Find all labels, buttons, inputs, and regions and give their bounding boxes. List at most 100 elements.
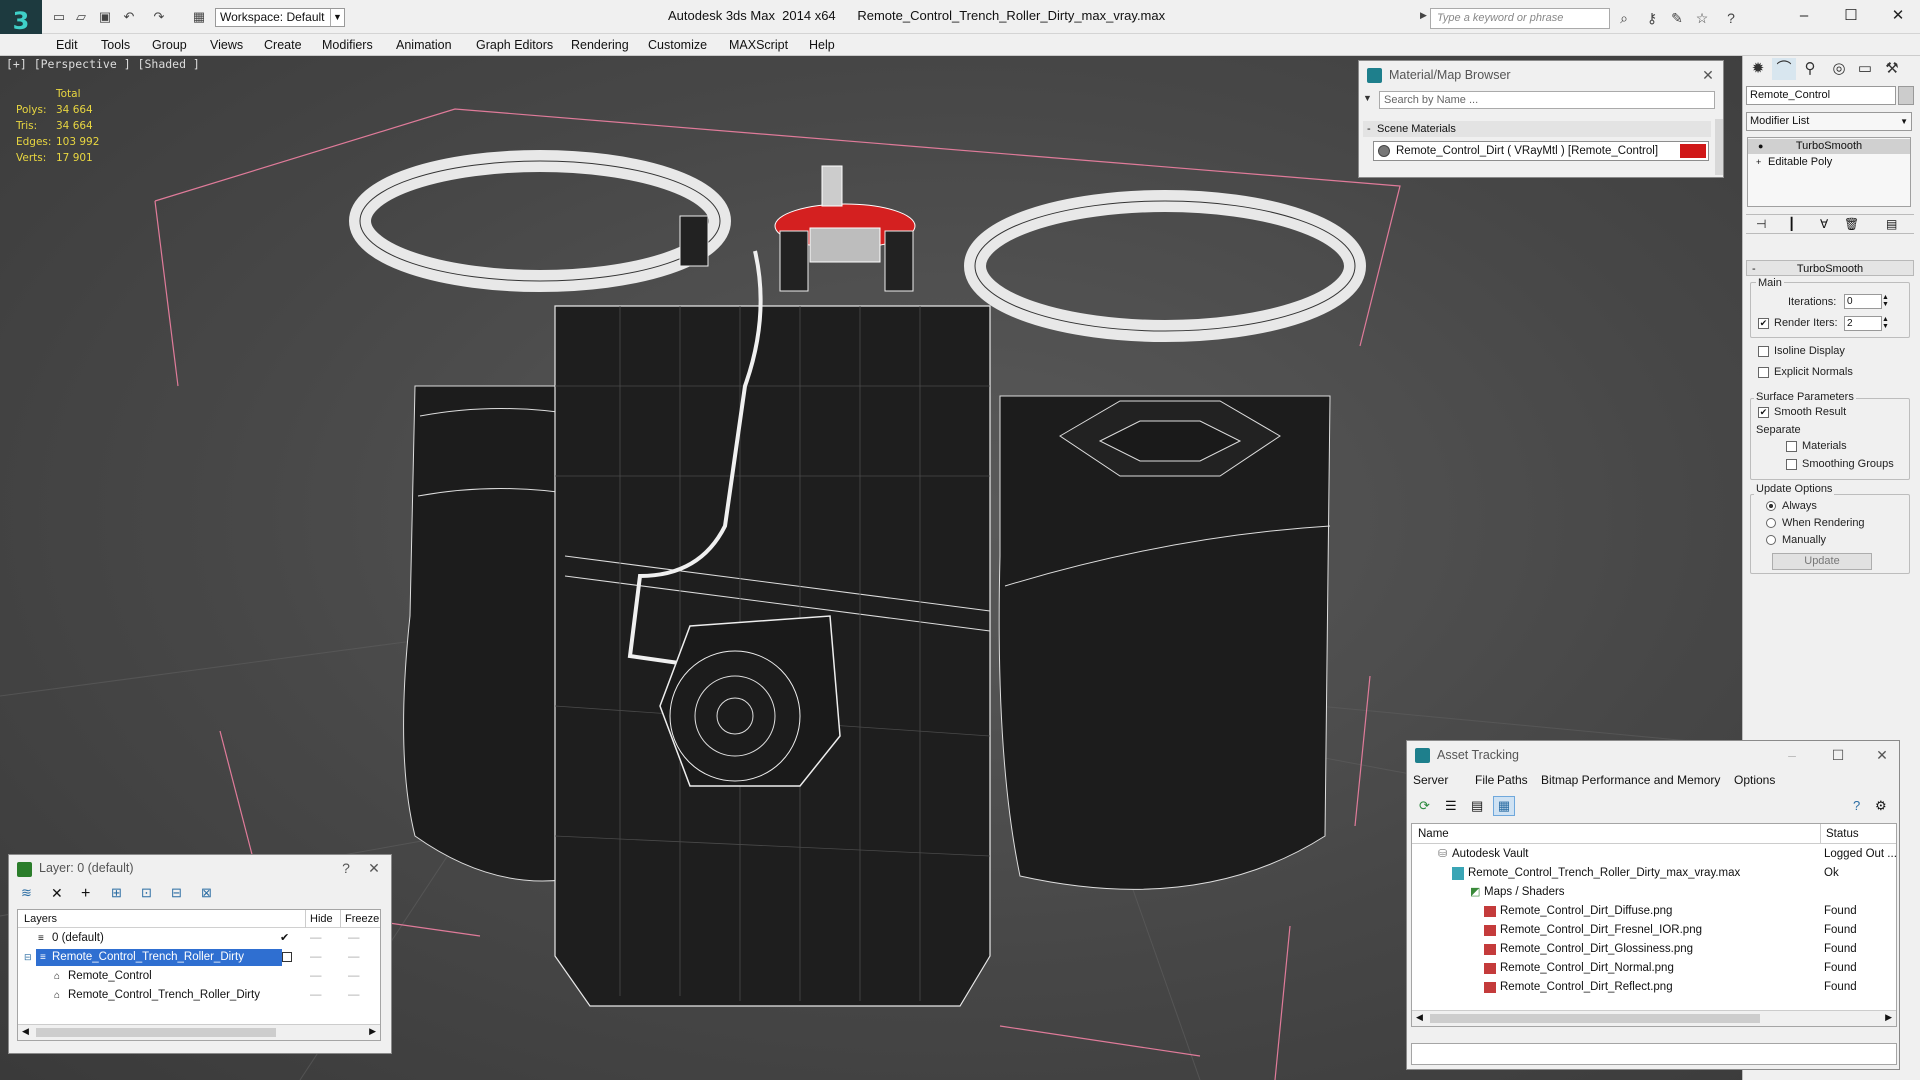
- list-view-icon[interactable]: ☰: [1445, 798, 1457, 814]
- close-icon[interactable]: ✕: [1869, 741, 1895, 769]
- col-freeze[interactable]: Freeze: [340, 910, 379, 928]
- pin-stack-icon[interactable]: ⊣: [1756, 217, 1766, 231]
- scroll-left-icon[interactable]: ◀: [1416, 1012, 1423, 1023]
- col-hide[interactable]: Hide: [305, 910, 333, 928]
- viewport-label[interactable]: [+] [Perspective ] [Shaded ]: [6, 57, 200, 71]
- when-rendering-radio[interactable]: [1766, 518, 1776, 528]
- save-file-icon[interactable]: ▣: [96, 8, 114, 26]
- layer-row[interactable]: ≡ 0 (default) ✔ — —: [18, 929, 380, 948]
- layer-state-box[interactable]: [282, 952, 292, 962]
- freeze-toggle[interactable]: —: [348, 929, 360, 948]
- maximize-button[interactable]: ☐: [1825, 741, 1851, 769]
- open-file-icon[interactable]: ▱: [72, 8, 90, 26]
- close-icon[interactable]: ✕: [1695, 61, 1721, 89]
- isoline-display-checkbox[interactable]: [1758, 346, 1769, 357]
- asset-menu-server[interactable]: Server: [1413, 773, 1448, 787]
- menu-tools[interactable]: Tools: [101, 34, 130, 56]
- asset-row[interactable]: ◩ Maps / Shaders: [1412, 883, 1896, 902]
- smoothing-groups-checkbox[interactable]: [1786, 459, 1797, 470]
- scrollbar[interactable]: [1715, 119, 1723, 175]
- iterations-spinner[interactable]: 0: [1844, 294, 1882, 309]
- menu-modifiers[interactable]: Modifiers: [322, 34, 373, 56]
- new-file-icon[interactable]: ▭: [50, 8, 68, 26]
- asset-row[interactable]: Remote_Control_Dirt_Normal.png Found: [1412, 959, 1896, 978]
- object-name-field[interactable]: Remote_Control: [1746, 86, 1896, 105]
- layer-row[interactable]: ⊟ ≡ Remote_Control_Trench_Roller_Dirty — —: [18, 948, 380, 967]
- hide-all-icon[interactable]: ⊠: [201, 885, 212, 901]
- binoculars-icon[interactable]: ⌕: [1615, 9, 1633, 27]
- scroll-right-icon[interactable]: ▶: [369, 1026, 376, 1037]
- menu-maxscript[interactable]: MAXScript: [729, 34, 788, 56]
- layer-panel-titlebar[interactable]: Layer: 0 (default)? ✕: [9, 855, 391, 881]
- asset-row[interactable]: Remote_Control_Dirt_Diffuse.png Found: [1412, 902, 1896, 921]
- spinner-arrows-icon[interactable]: ▲ ▼: [1882, 316, 1890, 331]
- close-button[interactable]: ✕: [1876, 2, 1920, 30]
- manually-radio[interactable]: [1766, 535, 1776, 545]
- col-name[interactable]: Name: [1418, 824, 1449, 844]
- maximize-button[interactable]: ☐: [1829, 2, 1873, 30]
- browser-options-icon[interactable]: ▼: [1363, 93, 1377, 107]
- make-unique-icon[interactable]: ∀: [1820, 217, 1828, 231]
- help-icon[interactable]: ?: [1722, 9, 1740, 27]
- menu-edit[interactable]: Edit: [56, 34, 78, 56]
- key-icon[interactable]: ⚷: [1643, 9, 1661, 27]
- modify-tab-icon[interactable]: ⌒: [1772, 58, 1796, 80]
- asset-menu-file[interactable]: File: [1475, 773, 1494, 787]
- scrollbar-thumb[interactable]: [1430, 1014, 1760, 1023]
- asset-menu-bitmap-performance[interactable]: Bitmap Performance and Memory: [1541, 773, 1720, 787]
- render-iters-spinner[interactable]: 2: [1844, 316, 1882, 331]
- configure-modifier-sets-icon[interactable]: ▤: [1886, 217, 1897, 231]
- asset-row[interactable]: Remote_Control_Dirt_Fresnel_IOR.png Found: [1412, 921, 1896, 940]
- expand-arrow-icon[interactable]: ▶: [1420, 10, 1428, 26]
- menu-views[interactable]: Views: [210, 34, 243, 56]
- display-tab-icon[interactable]: ▭: [1853, 58, 1877, 80]
- table-view-icon[interactable]: ▦: [1493, 796, 1515, 816]
- add-layer-icon[interactable]: +: [81, 885, 90, 903]
- asset-row[interactable]: Remote_Control_Dirt_Reflect.png Found: [1412, 978, 1896, 997]
- always-radio[interactable]: [1766, 501, 1776, 511]
- explicit-normals-checkbox[interactable]: [1758, 367, 1769, 378]
- scroll-right-icon[interactable]: ▶: [1885, 1012, 1892, 1023]
- help-icon[interactable]: ?: [1853, 798, 1860, 813]
- asset-row[interactable]: Remote_Control_Dirt_Glossiness.png Found: [1412, 940, 1896, 959]
- layer-row[interactable]: ⌂ Remote_Control — —: [18, 967, 380, 986]
- create-tab-sun-icon[interactable]: ✹: [1746, 58, 1770, 80]
- minimize-button[interactable]: –: [1779, 741, 1805, 769]
- col-status[interactable]: Status: [1820, 824, 1859, 844]
- material-item[interactable]: Remote_Control_Dirt ( VRayMtl ) [Remote_…: [1373, 141, 1709, 161]
- layer-row[interactable]: ⌂ Remote_Control_Trench_Roller_Dirty — —: [18, 986, 380, 1005]
- freeze-toggle[interactable]: —: [348, 967, 360, 986]
- spinner-arrows-icon[interactable]: ▲ ▼: [1882, 294, 1890, 309]
- layers-icon[interactable]: ≋: [21, 885, 32, 901]
- stack-item-turbosmooth[interactable]: ● TurboSmooth: [1748, 139, 1910, 154]
- col-layers[interactable]: Layers: [24, 910, 57, 928]
- asset-path-field[interactable]: [1411, 1043, 1897, 1065]
- hierarchy-tab-icon[interactable]: ⚲: [1798, 58, 1822, 80]
- materials-checkbox[interactable]: [1786, 441, 1797, 452]
- keyword-search-input[interactable]: Type a keyword or phrase: [1430, 8, 1610, 29]
- add-selection-icon[interactable]: ⊞: [111, 885, 122, 901]
- expand-minus-icon[interactable]: ⊟: [24, 948, 32, 967]
- render-iters-checkbox[interactable]: ✔: [1758, 318, 1769, 329]
- update-button[interactable]: Update: [1772, 553, 1872, 570]
- communication-icon[interactable]: ✎: [1668, 9, 1686, 27]
- help-icon[interactable]: ?: [333, 855, 359, 881]
- close-icon[interactable]: ✕: [361, 855, 387, 881]
- asset-row[interactable]: Remote_Control_Trench_Roller_Dirty_max_v…: [1412, 864, 1896, 883]
- scene-materials-header[interactable]: - Scene Materials: [1363, 121, 1711, 137]
- hide-toggle[interactable]: —: [310, 929, 322, 948]
- project-folder-icon[interactable]: ▦: [190, 8, 208, 26]
- hide-toggle[interactable]: —: [310, 967, 322, 986]
- active-check-icon[interactable]: ✔: [280, 929, 289, 948]
- asset-row[interactable]: ⛁ Autodesk Vault Logged Out ...: [1412, 845, 1897, 864]
- settings-icon[interactable]: ⚙: [1875, 798, 1887, 814]
- object-color-swatch[interactable]: [1898, 86, 1914, 105]
- asset-menu-paths[interactable]: Paths: [1497, 773, 1528, 787]
- freeze-toggle[interactable]: —: [348, 948, 360, 967]
- scrollbar-thumb[interactable]: [36, 1028, 276, 1037]
- select-objects-icon[interactable]: ⊡: [141, 885, 152, 901]
- menu-animation[interactable]: Animation: [396, 34, 452, 56]
- menu-graph-editors[interactable]: Graph Editors: [476, 34, 553, 56]
- minimize-button[interactable]: –: [1782, 2, 1826, 30]
- hide-toggle[interactable]: —: [310, 948, 322, 967]
